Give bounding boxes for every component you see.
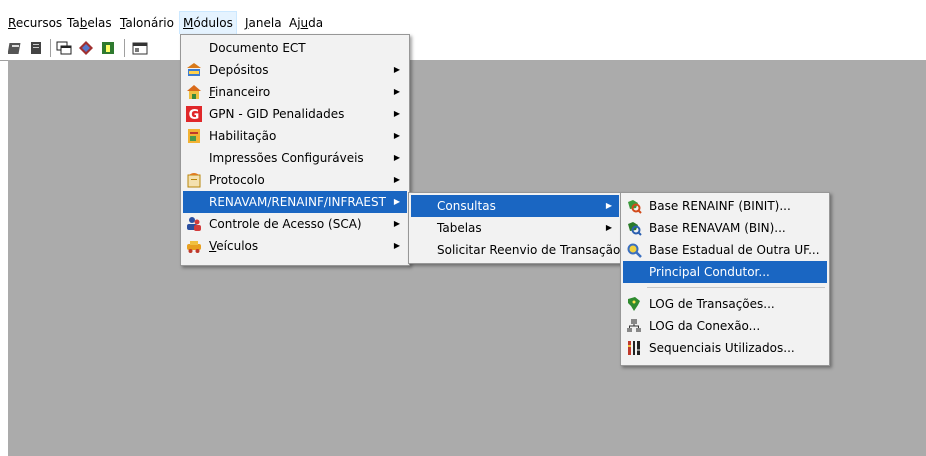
- menu-item-protocolo[interactable]: Protocolo ▶: [183, 169, 407, 191]
- modulos-dropdown: Documento ECT Depósitos ▶ Financeiro ▶ G…: [180, 34, 410, 266]
- menu-item-tabelas[interactable]: Tabelas ▶: [411, 217, 619, 239]
- menu-item-financeiro[interactable]: Financeiro ▶: [183, 81, 407, 103]
- toolbar-separator: [50, 39, 54, 57]
- windows-icon[interactable]: [56, 40, 72, 56]
- submenu-arrow-icon: ▶: [393, 175, 400, 184]
- toolbar-separator: [124, 39, 128, 57]
- submenu-arrow-icon: ▶: [393, 109, 400, 118]
- menu-talonario[interactable]: Talonário: [117, 12, 177, 34]
- menu-item-renavam[interactable]: RENAVAM/RENAINF/INFRAEST ▶: [183, 191, 407, 213]
- submenu-arrow-icon: ▶: [393, 241, 400, 250]
- protocol-icon: [187, 173, 201, 188]
- menu-item-log-conexao[interactable]: LOG da Conexão...: [623, 315, 827, 337]
- menu-item-veiculos[interactable]: Veículos ▶: [183, 235, 407, 257]
- submenu-arrow-icon: ▶: [393, 131, 400, 140]
- consultas-submenu: Base RENAINF (BINIT)... Base RENAVAM (BI…: [620, 192, 830, 366]
- menu-ajuda[interactable]: Ajuda: [286, 12, 326, 34]
- toolbar: [0, 34, 926, 61]
- menu-janela[interactable]: Janela: [242, 12, 285, 34]
- users-icon: [187, 217, 201, 231]
- submenu-arrow-icon: ▶: [393, 219, 400, 228]
- menu-item-solicitar-reenvio[interactable]: Solicitar Reenvio de Transação: [411, 239, 620, 261]
- exit-icon[interactable]: [100, 40, 116, 56]
- menu-item-documento-ect[interactable]: Documento ECT: [183, 37, 407, 59]
- network-icon: [627, 319, 641, 332]
- menu-item-base-estadual[interactable]: Base Estadual de Outra UF...: [623, 239, 827, 261]
- submenu-arrow-icon: ▶: [605, 223, 612, 232]
- submenu-arrow-icon: ▶: [393, 87, 400, 96]
- menu-item-controle-acesso[interactable]: Controle de Acesso (SCA) ▶: [183, 213, 407, 235]
- menu-bar: Recursos Tabelas Talonário Módulos Janel…: [0, 11, 926, 35]
- menu-item-gpn-gid[interactable]: G GPN - GID Penalidades ▶: [183, 103, 407, 125]
- menu-item-habilitacao[interactable]: Habilitação ▶: [183, 125, 407, 147]
- menu-item-sequenciais[interactable]: Sequenciais Utilizados...: [623, 337, 827, 359]
- submenu-arrow-icon: ▶: [605, 201, 612, 210]
- license-icon: [188, 129, 200, 143]
- gpn-logo-icon: G: [186, 106, 202, 122]
- submenu-arrow-icon: ▶: [393, 153, 400, 162]
- menu-item-depositos[interactable]: Depósitos ▶: [183, 59, 407, 81]
- submenu-arrow-icon: ▶: [393, 65, 400, 74]
- menu-item-consultas[interactable]: Consultas ▶: [411, 195, 619, 217]
- menu-item-log-transacoes[interactable]: LOG de Transações...: [623, 293, 827, 315]
- menu-item-base-renavam[interactable]: Base RENAVAM (BIN)...: [623, 217, 827, 239]
- menu-item-base-renainf[interactable]: Base RENAINF (BINIT)...: [623, 195, 827, 217]
- menu-modulos[interactable]: Módulos: [179, 11, 237, 35]
- diamond-icon[interactable]: [78, 40, 94, 56]
- menu-tabelas[interactable]: Tabelas: [64, 12, 115, 34]
- search-map-icon: [628, 222, 642, 236]
- sequence-icon: [628, 341, 640, 355]
- menu-recursos[interactable]: Recursos: [5, 12, 65, 34]
- renavam-submenu: Consultas ▶ Tabelas ▶ Solicitar Reenvio …: [408, 192, 622, 264]
- notebook-icon[interactable]: [8, 40, 24, 56]
- menu-item-impressoes[interactable]: Impressões Configuráveis ▶: [183, 147, 407, 169]
- submenu-arrow-icon: ▶: [393, 197, 400, 206]
- menu-separator: [647, 287, 825, 288]
- house-icon: [187, 85, 201, 99]
- menu-item-principal-condutor[interactable]: Principal Condutor...: [623, 261, 827, 283]
- document-icon[interactable]: [28, 40, 44, 56]
- properties-icon[interactable]: [132, 40, 148, 56]
- map-brazil-icon: [628, 297, 640, 311]
- search-map-icon: [628, 200, 642, 214]
- svg-text:G: G: [189, 108, 200, 122]
- bank-icon: [187, 63, 201, 76]
- search-icon: [627, 243, 642, 258]
- vehicle-icon: [187, 241, 201, 253]
